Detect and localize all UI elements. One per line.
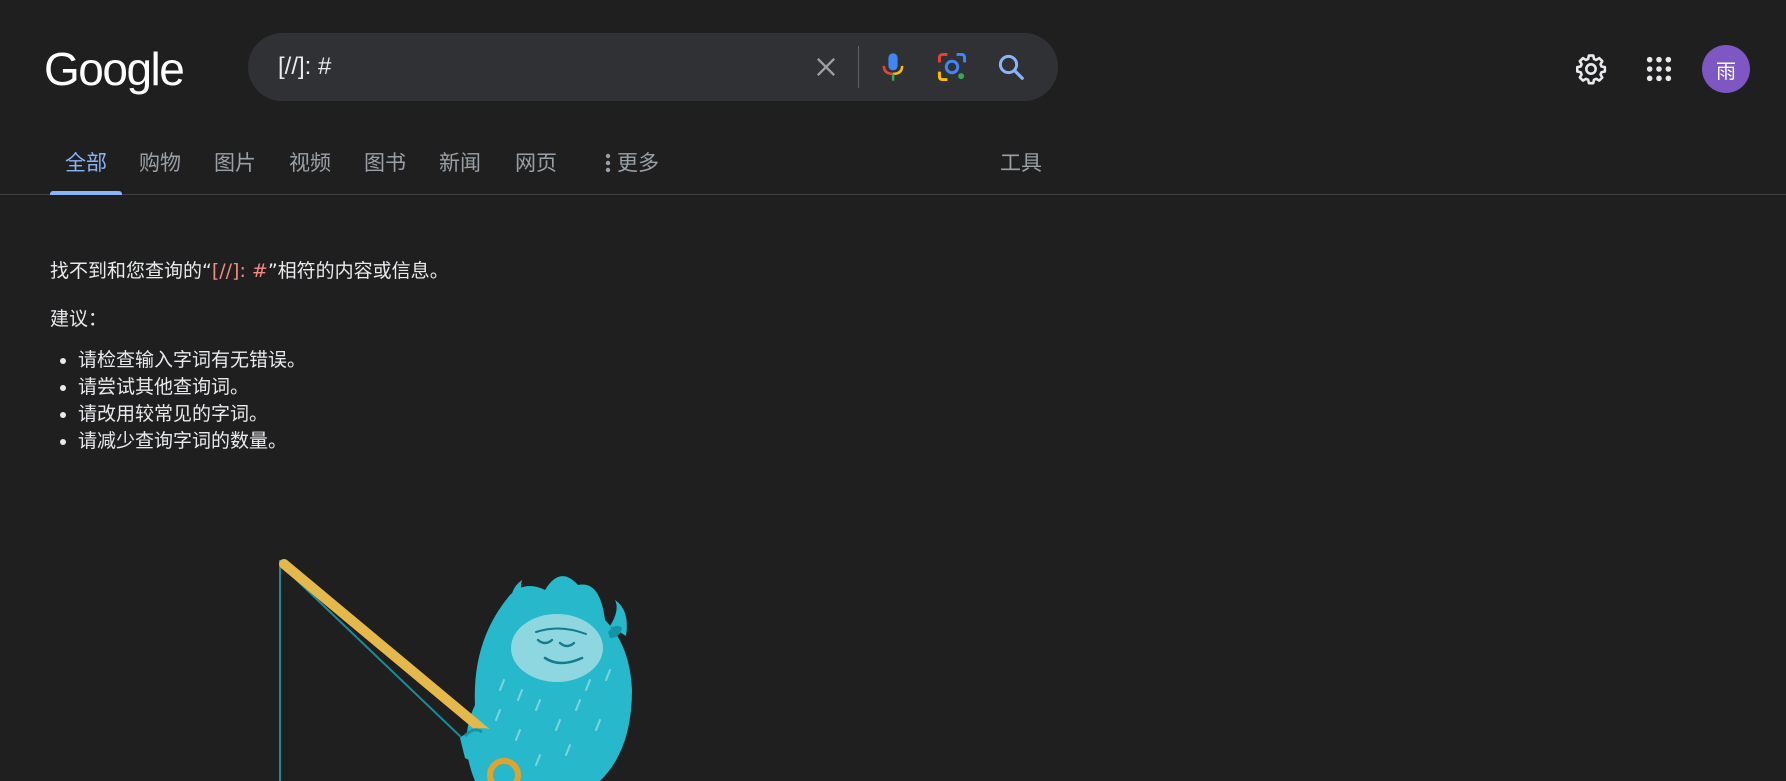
suggestions-list: 请检查输入字词有无错误。 请尝试其他查询词。 请改用较常见的字词。 请减少查询字… <box>50 347 950 455</box>
search-input[interactable] <box>278 51 778 83</box>
suggestion-item: 请尝试其他查询词。 <box>78 374 950 401</box>
header: Google [//]: # 雨 <box>0 0 1786 134</box>
suggestion-item: 请改用较常见的字词。 <box>78 401 950 428</box>
search-tabs: 全部 购物 图片 视频 图书 新闻 网页 更多 工具 <box>0 140 1786 195</box>
no-results-message: 找不到和您查询的“[//]: #”相符的内容或信息。 <box>50 255 950 287</box>
settings-icon[interactable] <box>1570 48 1612 90</box>
tab-books[interactable]: 图书 <box>349 148 421 195</box>
results-area: 找不到和您查询的“[//]: #”相符的内容或信息。 建议： 请检查输入字词有无… <box>50 255 950 455</box>
suggestion-item: 请减少查询字词的数量。 <box>78 428 950 455</box>
mic-icon[interactable] <box>875 49 911 85</box>
google-logo[interactable]: Google <box>44 42 185 96</box>
tab-more[interactable]: 更多 <box>588 148 674 195</box>
no-results-prefix: 找不到和您查询的“ <box>50 260 212 282</box>
tab-all[interactable]: 全部 <box>50 148 122 195</box>
suggestion-item: 请检查输入字词有无错误。 <box>78 347 950 374</box>
avatar[interactable]: 雨 <box>1702 45 1750 93</box>
search-divider <box>858 46 859 88</box>
fishing-monster-illustration <box>279 559 632 781</box>
tab-more-label: 更多 <box>617 151 659 175</box>
more-dots-icon <box>603 148 617 178</box>
tab-videos[interactable]: 视频 <box>274 148 346 195</box>
tab-web[interactable]: 网页 <box>500 148 572 195</box>
no-results-suffix: ”相符的内容或信息。 <box>267 260 449 282</box>
clear-icon[interactable] <box>808 49 844 85</box>
tab-tools[interactable]: 工具 <box>985 148 1057 195</box>
apps-icon[interactable] <box>1638 48 1680 90</box>
query-highlight: [//]: # <box>211 260 268 282</box>
tab-news[interactable]: 新闻 <box>424 148 496 195</box>
search-box[interactable] <box>248 33 1058 101</box>
suggestions-title: 建议： <box>50 308 108 330</box>
tab-shopping[interactable]: 购物 <box>124 148 196 195</box>
tab-images[interactable]: 图片 <box>199 148 271 195</box>
search-icon[interactable] <box>993 49 1029 85</box>
lens-icon[interactable] <box>934 49 970 85</box>
